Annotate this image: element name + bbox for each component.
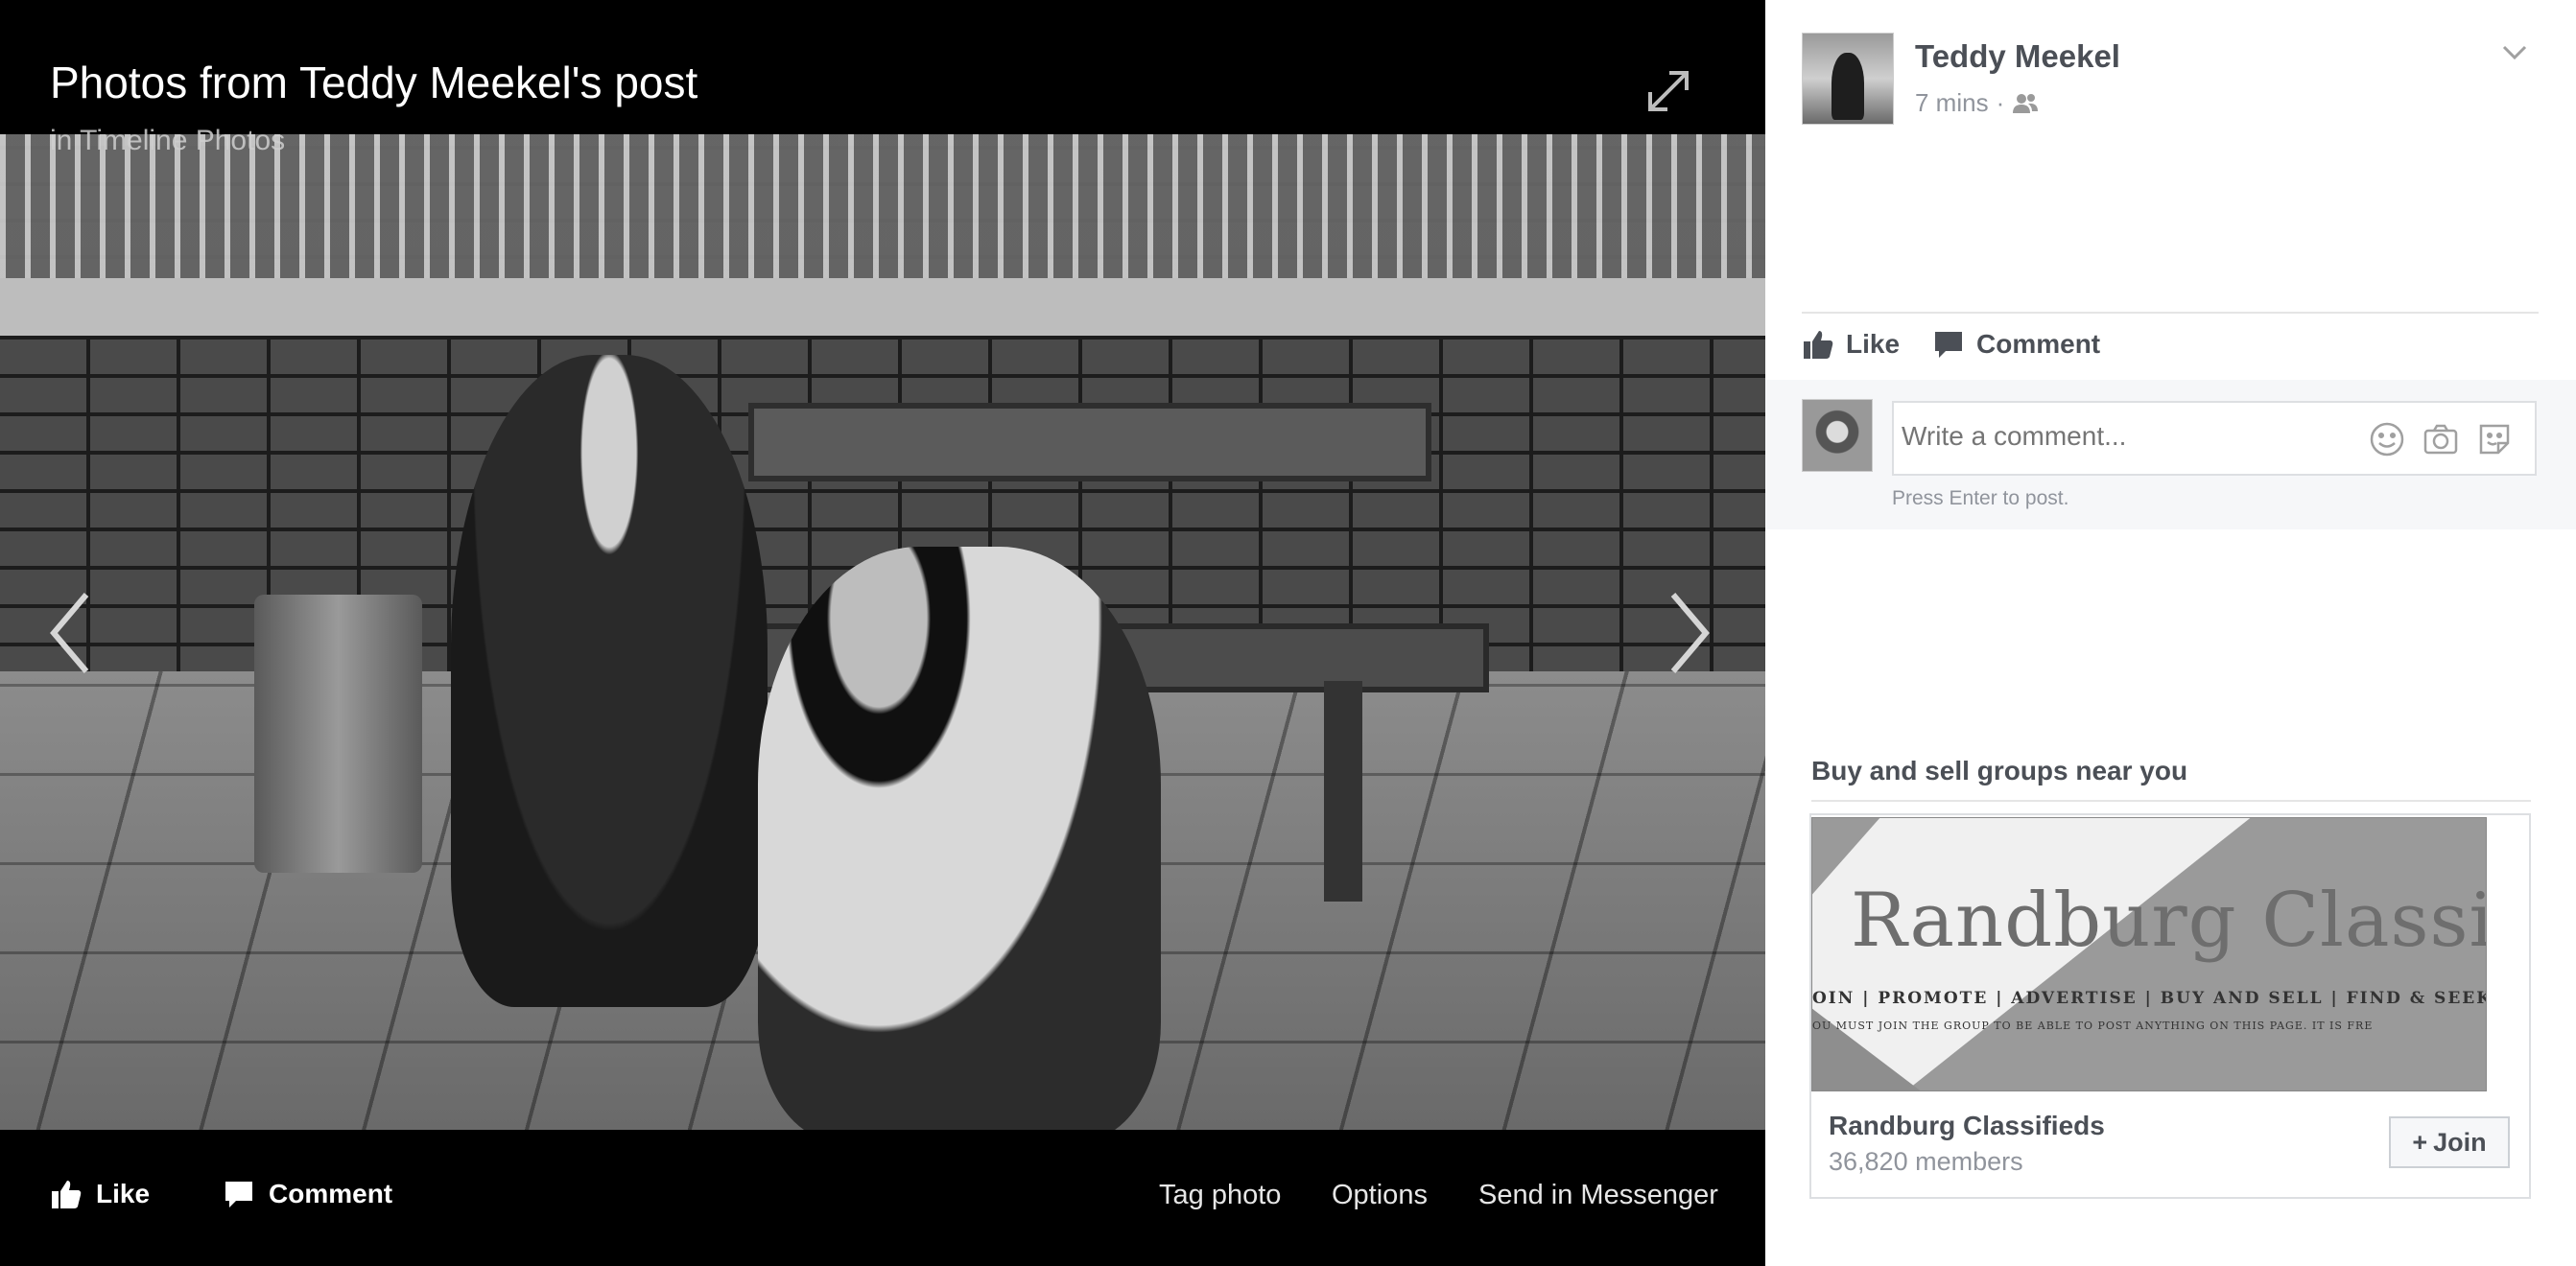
viewer-comment-label: Comment [269, 1179, 393, 1208]
author-avatar[interactable] [1802, 33, 1894, 125]
comment-hint: Press Enter to post. [1892, 487, 2069, 509]
main-photo[interactable] [0, 134, 1765, 1130]
actions-divider [1802, 312, 2539, 314]
groups-section-title: Buy and sell groups near you [1811, 756, 2188, 785]
viewer-like-label: Like [96, 1179, 151, 1208]
emoji-icon[interactable] [2368, 420, 2406, 458]
meta-separator: · [1996, 88, 2005, 117]
comment-input[interactable] [1900, 420, 2345, 453]
thumbs-up-icon [1804, 331, 1833, 359]
group-cover-image[interactable]: Randburg Classifieds OIN | PROMOTE | ADV… [1811, 817, 2487, 1091]
options-link[interactable]: Options [1332, 1180, 1428, 1211]
thumbs-up-icon [52, 1181, 82, 1208]
send-in-messenger-link[interactable]: Send in Messenger [1478, 1180, 1718, 1211]
photo-bin [254, 595, 422, 873]
friends-icon[interactable] [2012, 92, 2039, 115]
photo-ledge [0, 278, 1765, 336]
photo-bench-leg [1324, 681, 1362, 902]
expand-icon[interactable] [1642, 65, 1694, 117]
plus-icon: + [2412, 1127, 2428, 1157]
post-like-button[interactable]: Like [1802, 328, 1900, 361]
join-label: Join [2433, 1127, 2487, 1157]
speech-bubble-icon [1935, 332, 1962, 358]
groups-divider [1811, 800, 2531, 802]
tag-photo-link[interactable]: Tag photo [1159, 1180, 1281, 1211]
sticker-icon[interactable] [2475, 420, 2514, 458]
viewer-like-button[interactable]: Like [50, 1178, 150, 1210]
viewer-comment-button[interactable]: Comment [223, 1178, 392, 1210]
author-name[interactable]: Teddy Meekel [1915, 38, 2120, 75]
join-group-button[interactable]: + Join [2389, 1116, 2510, 1168]
speech-bubble-icon [225, 1182, 252, 1207]
chevron-left-icon[interactable] [42, 585, 100, 681]
cover-fineprint: OU MUST JOIN THE GROUP TO BE ABLE TO POS… [1812, 1020, 2374, 1032]
post-like-label: Like [1846, 329, 1901, 359]
cover-tagline: OIN | PROMOTE | ADVERTISE | BUY AND SELL… [1812, 989, 2487, 1008]
post-comment-button[interactable]: Comment [1932, 328, 2100, 361]
chevron-down-icon[interactable] [2500, 42, 2529, 63]
photo-person-left [451, 355, 768, 1007]
viewer-title: Photos from Teddy Meekel's post [50, 58, 698, 107]
photo-bench-back [748, 403, 1431, 481]
album-link[interactable]: in Timeline Photos [50, 125, 285, 157]
post-comment-label: Comment [1976, 329, 2101, 359]
cover-logo-text: Randburg Classifieds [1851, 878, 2486, 964]
group-member-count: 36,820 members [1829, 1147, 2023, 1176]
post-time[interactable]: 7 mins [1915, 88, 1989, 118]
group-name[interactable]: Randburg Classifieds [1829, 1111, 2105, 1141]
viewer-avatar [1802, 399, 1873, 472]
camera-icon[interactable] [2422, 420, 2460, 458]
chevron-right-icon[interactable] [1660, 585, 1717, 681]
post-meta: 7 mins · [1915, 88, 2039, 118]
photo-person-right [758, 547, 1161, 1130]
